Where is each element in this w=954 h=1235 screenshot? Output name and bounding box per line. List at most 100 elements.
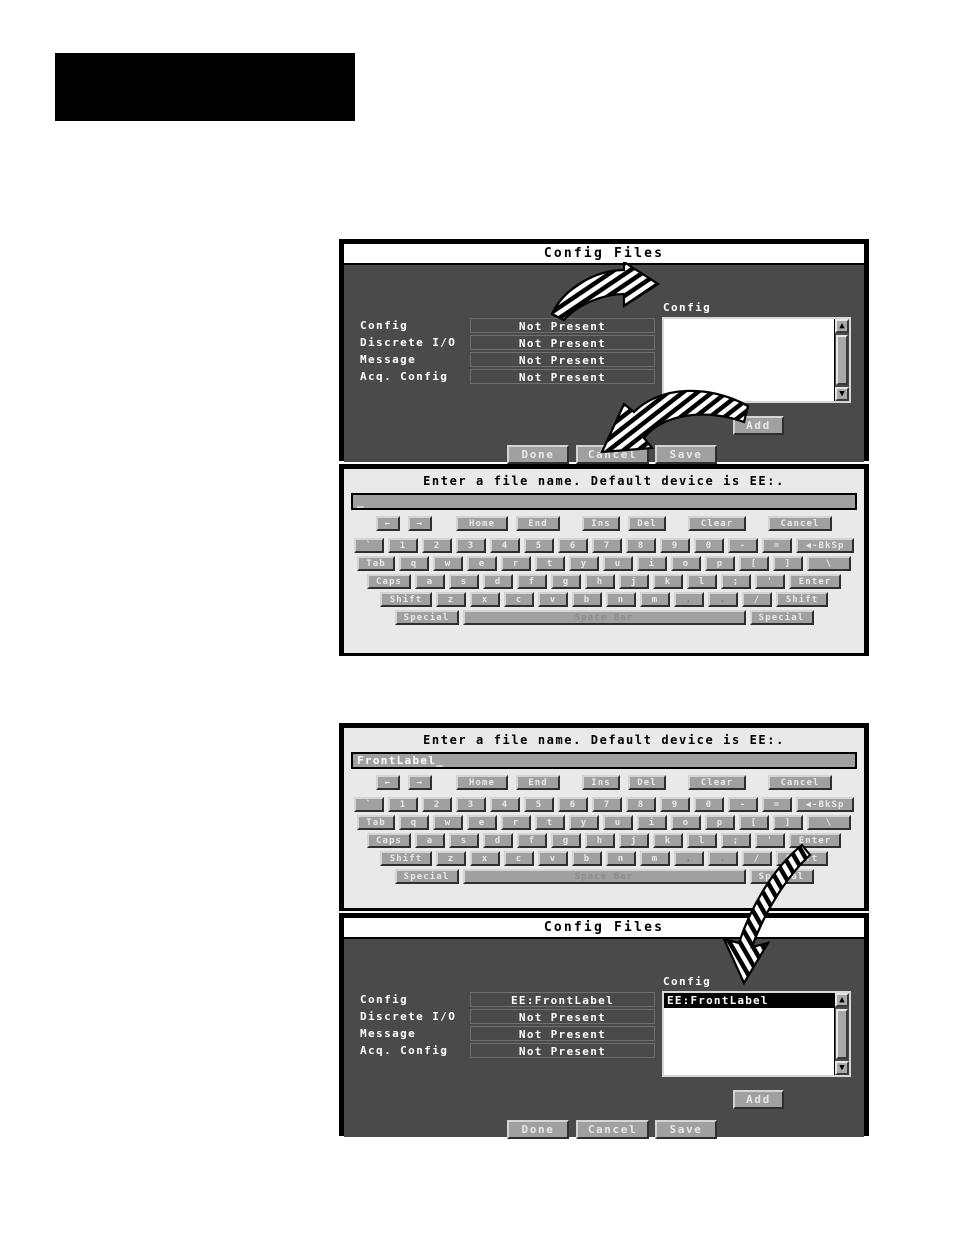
key-backslash[interactable]: \ — [807, 556, 851, 571]
key-backspace[interactable]: ◀-BkSp — [796, 538, 854, 553]
key-a[interactable]: a — [415, 574, 445, 589]
key-u[interactable]: u — [603, 556, 633, 571]
key-3[interactable]: 3 — [456, 538, 486, 553]
key-j[interactable]: j — [619, 833, 649, 848]
key-bracket-right[interactable]: ] — [773, 556, 803, 571]
key-arrow-left-icon[interactable]: ← — [376, 775, 400, 790]
key-s[interactable]: s — [449, 833, 479, 848]
key-w[interactable]: w — [433, 815, 463, 830]
key-ins[interactable]: Ins — [582, 775, 620, 790]
key-5[interactable]: 5 — [524, 797, 554, 812]
field-value[interactable]: Not Present — [470, 369, 655, 384]
done-button[interactable]: Done — [507, 445, 569, 464]
scroll-down-icon[interactable]: ▼ — [835, 387, 849, 401]
key-6[interactable]: 6 — [558, 538, 588, 553]
key-comma[interactable]: , — [674, 592, 704, 607]
key-i[interactable]: i — [637, 556, 667, 571]
key-tab[interactable]: Tab — [357, 815, 395, 830]
key-o[interactable]: o — [671, 556, 701, 571]
key-s[interactable]: s — [449, 574, 479, 589]
key-4[interactable]: 4 — [490, 538, 520, 553]
key-9[interactable]: 9 — [660, 797, 690, 812]
key-special-right[interactable]: Special — [749, 610, 814, 625]
field-value[interactable]: EE:FrontLabel — [470, 992, 655, 1007]
key-caps[interactable]: Caps — [367, 574, 411, 589]
config-listbox[interactable]: EE:FrontLabel ▲ ▼ — [662, 991, 851, 1077]
key-r[interactable]: r — [501, 556, 531, 571]
filename-input[interactable]: _ — [351, 493, 857, 510]
config-listbox-items[interactable] — [664, 319, 834, 401]
key-v[interactable]: v — [538, 592, 568, 607]
scroll-up-icon[interactable]: ▲ — [835, 993, 849, 1007]
key-end[interactable]: End — [516, 516, 560, 531]
key-6[interactable]: 6 — [558, 797, 588, 812]
key-q[interactable]: q — [399, 815, 429, 830]
field-value[interactable]: Not Present — [470, 1026, 655, 1041]
key-arrow-right-icon[interactable]: → — [408, 775, 432, 790]
key-8[interactable]: 8 — [626, 538, 656, 553]
field-value[interactable]: Not Present — [470, 1009, 655, 1024]
key-shift-right[interactable]: Shift — [776, 851, 828, 866]
key-1[interactable]: 1 — [388, 797, 418, 812]
key-shift-left[interactable]: Shift — [380, 851, 432, 866]
scrollbar-thumb[interactable] — [836, 335, 848, 385]
key-shift-left[interactable]: Shift — [380, 592, 432, 607]
key-p[interactable]: p — [705, 815, 735, 830]
key-cancel[interactable]: Cancel — [768, 516, 832, 531]
key-v[interactable]: v — [538, 851, 568, 866]
key-special-right[interactable]: Special — [749, 869, 814, 884]
key-end[interactable]: End — [516, 775, 560, 790]
add-button[interactable]: Add — [733, 1090, 784, 1109]
key-del[interactable]: Del — [628, 516, 666, 531]
key-5[interactable]: 5 — [524, 538, 554, 553]
key-f[interactable]: f — [517, 574, 547, 589]
key-z[interactable]: z — [436, 592, 466, 607]
key-slash[interactable]: / — [742, 592, 772, 607]
key-minus[interactable]: - — [728, 538, 758, 553]
key-d[interactable]: d — [483, 833, 513, 848]
key-8[interactable]: 8 — [626, 797, 656, 812]
key-h[interactable]: h — [585, 574, 615, 589]
key-backslash[interactable]: \ — [807, 815, 851, 830]
key-space-bar[interactable]: Space Bar — [462, 610, 746, 625]
key-c[interactable]: c — [504, 592, 534, 607]
key-j[interactable]: j — [619, 574, 649, 589]
key-ins[interactable]: Ins — [582, 516, 620, 531]
done-button[interactable]: Done — [507, 1120, 569, 1139]
key-c[interactable]: c — [504, 851, 534, 866]
key-o[interactable]: o — [671, 815, 701, 830]
key-clear[interactable]: Clear — [688, 516, 746, 531]
key-b[interactable]: b — [572, 851, 602, 866]
key-k[interactable]: k — [653, 574, 683, 589]
scrollbar-track[interactable] — [835, 333, 849, 387]
key-clear[interactable]: Clear — [688, 775, 746, 790]
key-arrow-right-icon[interactable]: → — [408, 516, 432, 531]
key-semicolon[interactable]: ; — [721, 833, 751, 848]
key-comma[interactable]: , — [674, 851, 704, 866]
key-3[interactable]: 3 — [456, 797, 486, 812]
key-q[interactable]: q — [399, 556, 429, 571]
scrollbar-thumb[interactable] — [836, 1009, 848, 1059]
key-apostrophe[interactable]: ' — [755, 574, 785, 589]
key-d[interactable]: d — [483, 574, 513, 589]
key-home[interactable]: Home — [456, 516, 508, 531]
key-e[interactable]: e — [467, 815, 497, 830]
save-button[interactable]: Save — [655, 445, 717, 464]
key-semicolon[interactable]: ; — [721, 574, 751, 589]
key-w[interactable]: w — [433, 556, 463, 571]
key-special-left[interactable]: Special — [394, 869, 459, 884]
config-listbox-scrollbar[interactable]: ▲ ▼ — [834, 993, 849, 1075]
filename-input[interactable]: FrontLabel_ — [351, 752, 857, 769]
key-r[interactable]: r — [501, 815, 531, 830]
scroll-up-icon[interactable]: ▲ — [835, 319, 849, 333]
key-l[interactable]: l — [687, 574, 717, 589]
key-backtick[interactable]: ` — [354, 538, 384, 553]
key-enter[interactable]: Enter — [789, 833, 841, 848]
key-f[interactable]: f — [517, 833, 547, 848]
key-cancel[interactable]: Cancel — [768, 775, 832, 790]
key-bracket-right[interactable]: ] — [773, 815, 803, 830]
key-9[interactable]: 9 — [660, 538, 690, 553]
key-space-bar[interactable]: Space Bar — [462, 869, 746, 884]
config-listbox-scrollbar[interactable]: ▲ ▼ — [834, 319, 849, 401]
scrollbar-track[interactable] — [835, 1007, 849, 1061]
